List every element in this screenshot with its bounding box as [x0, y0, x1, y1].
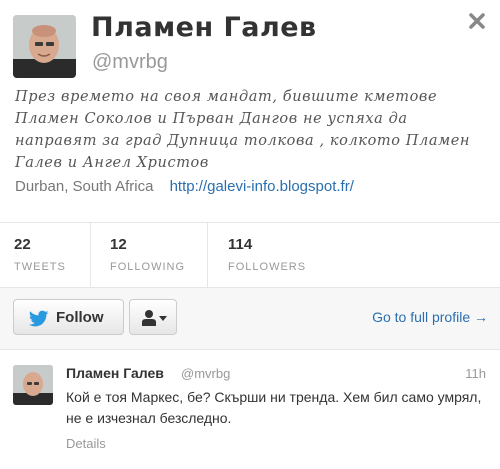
go-to-full-profile-link[interactable]: Go to full profile →	[372, 309, 488, 325]
profile-name: Пламен Галев	[91, 12, 317, 43]
user-photo-icon	[13, 365, 53, 405]
stat-followers-label: FOLLOWERS	[228, 261, 307, 273]
tweet-text: Кой е тоя Маркес, бе? Скърши ни тренда. …	[66, 389, 482, 426]
stat-tweets[interactable]: 22 TWEETS	[0, 223, 90, 287]
stat-followers-count: 114	[228, 236, 253, 253]
profile-bio: През времето на своя мандат, бившите кме…	[15, 89, 471, 171]
stat-tweets-label: TWEETS	[14, 261, 66, 273]
profile-meta: Durban, South Africa http://galevi-info.…	[15, 178, 354, 195]
profile-stats: 22 TWEETS 12 FOLLOWING 114 FOLLOWERS	[0, 222, 500, 288]
user-actions-dropdown[interactable]	[129, 299, 177, 335]
stat-tweets-count: 22	[14, 236, 31, 253]
profile-location: Durban, South Africa	[15, 178, 154, 195]
stat-following[interactable]: 12 FOLLOWING	[90, 223, 207, 287]
stat-followers[interactable]: 114 FOLLOWERS	[207, 223, 357, 287]
tweet-author-name[interactable]: Пламен Галев	[66, 365, 164, 381]
tweet-timestamp[interactable]: 11h	[465, 366, 486, 381]
tweet-author-handle[interactable]: @mvrbg	[181, 366, 230, 381]
profile-handle: @mvrbg	[92, 51, 168, 73]
stat-following-label: FOLLOWING	[110, 261, 186, 273]
bird-icon	[28, 310, 49, 327]
profile-header: Пламен Галев @mvrbg През времето на своя…	[0, 0, 500, 222]
profile-actions: Follow Go to full profile →	[0, 288, 500, 350]
tweet-item[interactable]: Пламен Галев @mvrbg 11h Кой е тоя Маркес…	[0, 350, 500, 469]
close-button[interactable]	[466, 10, 488, 32]
tweet-avatar[interactable]	[13, 365, 53, 405]
stat-following-count: 12	[110, 236, 127, 253]
profile-url-link[interactable]: http://galevi-info.blogspot.fr/	[170, 178, 354, 195]
person-icon	[142, 310, 156, 326]
tweet-details-link[interactable]: Details	[66, 436, 106, 451]
profile-avatar[interactable]	[13, 15, 76, 78]
close-icon	[469, 13, 485, 29]
chevron-down-icon	[159, 316, 167, 321]
follow-button-label: Follow	[56, 309, 104, 326]
user-photo-icon	[13, 15, 76, 78]
follow-button[interactable]: Follow	[13, 299, 124, 335]
